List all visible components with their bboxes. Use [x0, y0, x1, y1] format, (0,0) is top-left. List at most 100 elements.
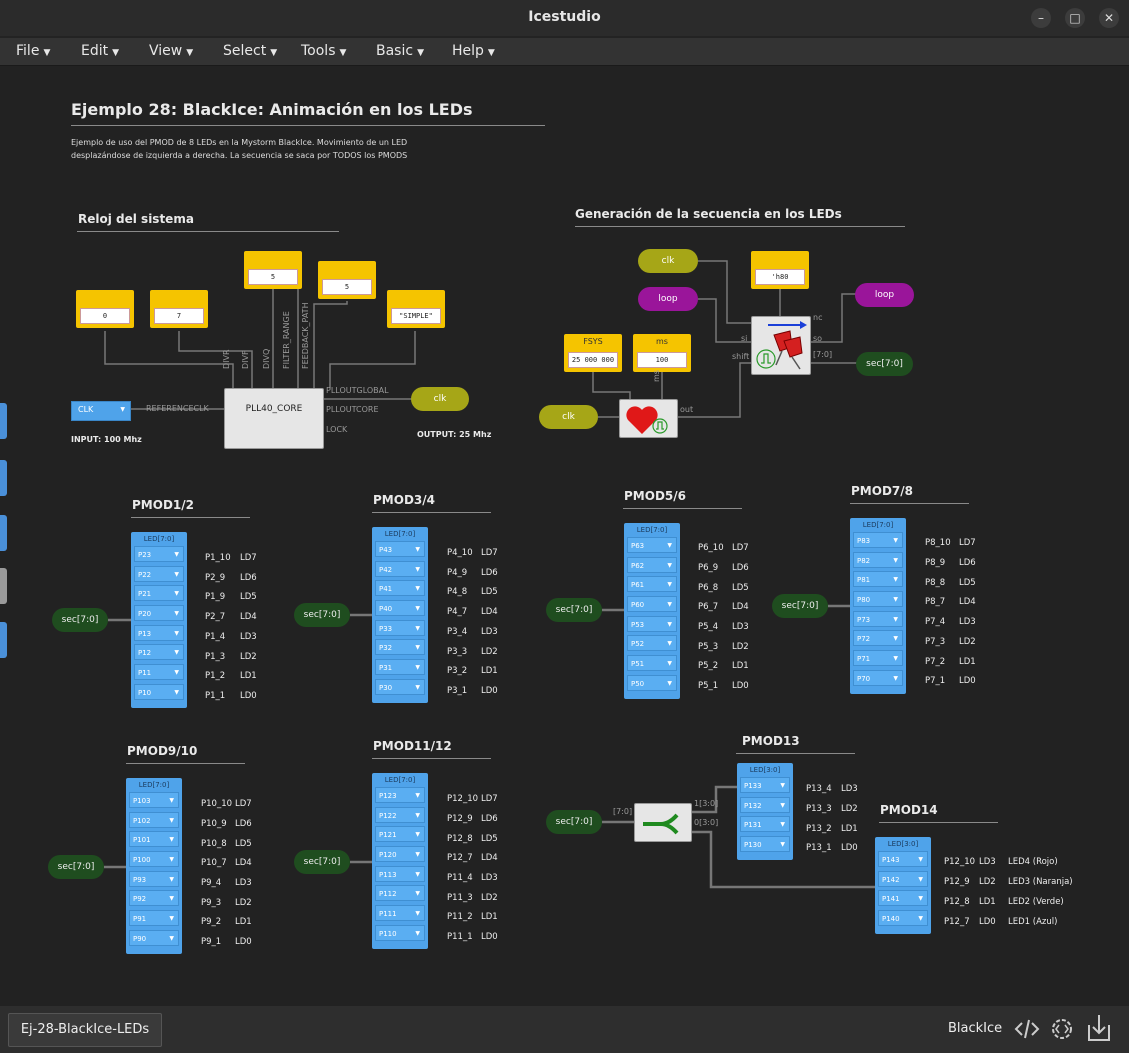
clk-input-label-2[interactable]: clk [539, 405, 598, 429]
pmod5-6-block[interactable]: LED[7:0] P63 ▼ P62 ▼ P61 ▼ P60 ▼ P53 ▼ P52 ▼ P… [624, 523, 680, 699]
close-button[interactable]: ✕ [1099, 8, 1119, 28]
const-ms[interactable]: ms 100 [633, 334, 691, 372]
pin-select[interactable]: P112 ▼ [375, 885, 425, 902]
pin-select[interactable]: P140 ▼ [878, 910, 928, 927]
const-fsys[interactable]: FSYS 25 000 000 [564, 334, 622, 372]
pin-select[interactable]: P132 ▼ [740, 796, 790, 813]
pin-select[interactable]: P123 ▼ [375, 787, 425, 803]
pin-select[interactable]: P23 ▼ [134, 546, 184, 562]
pin-select[interactable]: P131 ▼ [740, 816, 790, 833]
pin-select[interactable]: P133 ▼ [740, 777, 790, 793]
pin-select[interactable]: P141 ▼ [878, 890, 928, 907]
pmod1-2-block[interactable]: LED[7:0] P23 ▼ P22 ▼ P21 ▼ P20 ▼ P13 ▼ P12 ▼ P… [131, 532, 187, 708]
pin-select[interactable]: P110 ▼ [375, 924, 425, 941]
pin-select[interactable]: P52 ▼ [627, 635, 677, 652]
const-divf[interactable]: 7 [150, 290, 208, 328]
pin-select[interactable]: P10 ▼ [134, 683, 184, 700]
left-dock-handle[interactable] [0, 403, 7, 439]
shift-register-block[interactable] [751, 316, 811, 375]
pin-select[interactable]: P13 ▼ [134, 624, 184, 641]
pin-select[interactable]: P121 ▼ [375, 826, 425, 843]
pin-select[interactable]: P50 ▼ [627, 674, 677, 691]
pmod7-8-block[interactable]: LED[7:0] P83 ▼ P82 ▼ P81 ▼ P80 ▼ P73 ▼ P72 ▼ P… [850, 518, 906, 694]
pin-select[interactable]: P111 ▼ [375, 905, 425, 922]
menu-basic[interactable]: Basic ▼ [376, 43, 424, 59]
pin-select[interactable]: P143 ▼ [878, 851, 928, 867]
menu-view[interactable]: View ▼ [149, 43, 193, 59]
pin-select[interactable]: P11 ▼ [134, 664, 184, 681]
const-filter-range[interactable]: 5 [318, 261, 376, 299]
sec-output-label[interactable]: sec[7:0] [856, 352, 913, 376]
pll40-core-block[interactable]: PLL40_CORE [224, 388, 324, 449]
pin-select[interactable]: P20 ▼ [134, 605, 184, 622]
menu-tools[interactable]: Tools ▼ [301, 43, 346, 59]
pmod11-12-block[interactable]: LED[7:0] P123 ▼ P122 ▼ P121 ▼ P120 ▼ P113 ▼ P… [372, 773, 428, 949]
pin-select[interactable]: P22 ▼ [134, 565, 184, 582]
pmod3-4-sec-label[interactable]: sec[7:0] [294, 603, 350, 627]
pmod9-10-sec-label[interactable]: sec[7:0] [48, 855, 104, 879]
pin-select[interactable]: P120 ▼ [375, 846, 425, 863]
pin-select[interactable]: P33 ▼ [375, 619, 425, 636]
const-h80[interactable]: 'h80 [751, 251, 809, 289]
pmod13-block[interactable]: LED[3:0] P133 ▼ P132 ▼ P131 ▼ P130 ▼ [737, 763, 793, 860]
pin-select[interactable]: P41 ▼ [375, 580, 425, 597]
pmod14-block[interactable]: LED[3:0] P143 ▼ P142 ▼ P141 ▼ P140 ▼ [875, 837, 931, 934]
pmod1-2-sec-label[interactable]: sec[7:0] [52, 608, 108, 632]
pin-select[interactable]: P70 ▼ [853, 669, 903, 686]
left-dock-handle[interactable] [0, 460, 7, 496]
pin-select[interactable]: P91 ▼ [129, 910, 179, 927]
pin-select[interactable]: P51 ▼ [627, 655, 677, 672]
heartbeat-block[interactable] [619, 399, 678, 438]
pin-select[interactable]: P103 ▼ [129, 792, 179, 808]
loop-input-label[interactable]: loop [638, 287, 698, 311]
loop-output-label[interactable]: loop [855, 283, 914, 307]
const-divr[interactable]: 0 [76, 290, 134, 328]
pin-select[interactable]: P92 ▼ [129, 890, 179, 907]
clk-input-label[interactable]: clk [638, 249, 698, 273]
bus-splitter-block[interactable] [634, 803, 692, 842]
pin-select[interactable]: P93 ▼ [129, 870, 179, 887]
pmod5-6-sec-label[interactable]: sec[7:0] [546, 598, 602, 622]
pin-select[interactable]: P71 ▼ [853, 650, 903, 667]
pin-select[interactable]: P100 ▼ [129, 851, 179, 868]
pin-select[interactable]: P31 ▼ [375, 659, 425, 676]
pin-select[interactable]: P122 ▼ [375, 806, 425, 823]
pin-select[interactable]: P40 ▼ [375, 600, 425, 617]
pin-select[interactable]: P113 ▼ [375, 865, 425, 882]
pin-select[interactable]: P82 ▼ [853, 551, 903, 568]
pmod3-4-block[interactable]: LED[7:0] P43 ▼ P42 ▼ P41 ▼ P40 ▼ P33 ▼ P32 ▼ P… [372, 527, 428, 703]
pin-select[interactable]: P62 ▼ [627, 556, 677, 573]
pin-select[interactable]: P73 ▼ [853, 610, 903, 627]
menu-file[interactable]: File ▼ [16, 43, 50, 59]
pmod9-10-block[interactable]: LED[7:0] P103 ▼ P102 ▼ P101 ▼ P100 ▼ P93 ▼ P9… [126, 778, 182, 954]
pin-select[interactable]: P21 ▼ [134, 585, 184, 602]
pin-select[interactable]: P102 ▼ [129, 811, 179, 828]
left-dock-handle[interactable] [0, 515, 7, 551]
pmod7-8-sec-label[interactable]: sec[7:0] [772, 594, 828, 618]
pin-select[interactable]: P81 ▼ [853, 571, 903, 588]
left-dock-handle[interactable] [0, 568, 7, 604]
pin-select[interactable]: P42 ▼ [375, 560, 425, 577]
build-icon[interactable] [1049, 1015, 1075, 1043]
const-feedback-path[interactable]: "SIMPLE" [387, 290, 445, 328]
board-name[interactable]: BlackIce [948, 1021, 1002, 1036]
menu-select[interactable]: Select ▼ [223, 43, 277, 59]
pin-select[interactable]: P30 ▼ [375, 678, 425, 695]
pin-select[interactable]: P142 ▼ [878, 870, 928, 887]
maximize-button[interactable]: □ [1065, 8, 1085, 28]
pin-select[interactable]: P63 ▼ [627, 537, 677, 553]
pin-select[interactable]: P32 ▼ [375, 639, 425, 656]
clk-input-select[interactable]: CLK ▼ [71, 401, 131, 421]
menu-edit[interactable]: Edit ▼ [81, 43, 119, 59]
pmod11-12-sec-label[interactable]: sec[7:0] [294, 850, 350, 874]
design-canvas[interactable]: Ejemplo 28: BlackIce: Animación en los L… [0, 66, 1129, 1006]
pin-select[interactable]: P53 ▼ [627, 615, 677, 632]
pin-select[interactable]: P90 ▼ [129, 929, 179, 946]
pin-select[interactable]: P12 ▼ [134, 644, 184, 661]
code-icon[interactable] [1014, 1016, 1040, 1042]
clk-output-label[interactable]: clk [411, 387, 469, 411]
upload-icon[interactable] [1086, 1013, 1112, 1043]
const-divq[interactable]: 5 [244, 251, 302, 289]
pin-select[interactable]: P83 ▼ [853, 532, 903, 548]
pin-select[interactable]: P130 ▼ [740, 836, 790, 853]
